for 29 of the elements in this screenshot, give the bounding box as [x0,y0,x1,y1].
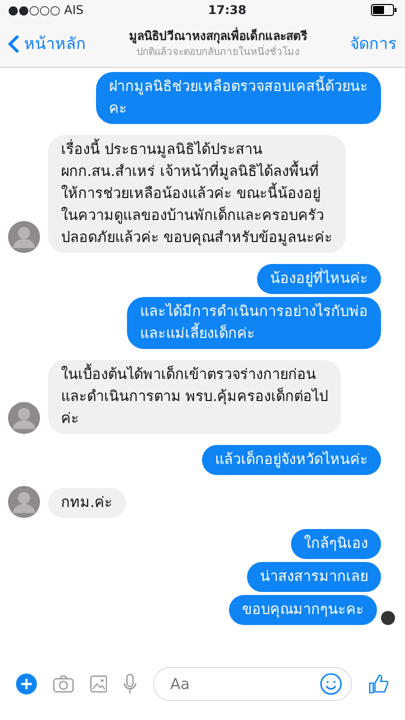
emoji-icon[interactable] [320,673,342,695]
conversation-title[interactable]: มูลนิธิปวีณาหงสกุลเพื่อเด็กและสตรี [129,27,307,45]
back-button[interactable]: หน้าหลัก [8,32,86,56]
chevron-left-icon [8,34,20,54]
message-field[interactable]: Aa [153,667,352,701]
message-bubble: ฝากมูลนิธิช่วยเหลือตรวจสอบเคสนี้ด้วยนะ คะ [96,72,381,124]
microphone-icon[interactable] [123,672,138,696]
seen-avatar-icon [381,611,395,625]
camera-icon[interactable] [52,674,74,694]
response-time-note: ปกติแล้วจะตอบกลับภายในหนึ่งชั่วโมง [136,45,300,60]
clock-time: 17:38 [208,2,246,19]
avatar-icon [8,486,40,518]
carrier-status: ●●○○○ AIS [8,2,84,19]
message-bubble: ใกล้ๆนิเอง [291,529,381,559]
message-bubble: กทม.ค่ะ [48,488,126,518]
add-icon[interactable] [16,672,37,696]
manage-button[interactable]: จัดการ [350,32,397,56]
message-bubble: และได้มีการดำเนินการอย่างไรกับพ่อ และแม่เลี้ยงเด็กค่ะ [127,297,381,349]
avatar-icon [8,221,40,253]
message-bubble: แล้วเด็กอยู่จังหวัดไหนค่ะ [202,445,381,475]
thumbs-up-icon[interactable] [368,672,389,696]
message-bubble: น้องอยู่ที่ไหนค่ะ [257,264,381,294]
message-bubble: เรื่องนี้ ประธานมูลนิธิได้ประสาน ผกก.สน.สำเหร่ เจ้าหน้าที่มูลนิธิได้ลงพื้นที่ ให้การช่วยเหลือน้องแล้วค่ะ ขณะนี้น้องอยู่ ในความดูแลของบ้านพักเด็กและครอบครัว ปลอดภัยแล้วค่ะ ขอบคุณสำหรับข้อมูลนะค่ะ [48,135,346,253]
image-icon[interactable] [90,674,108,694]
message-bubble: น่าสงสารมากเลย [247,562,381,592]
message-bubble: ในเบื้องต้นได้พาเด็กเข้าตรวจร่างกายก่อน และดำเนินการตาม พรบ.คุ้มครองเด็กต่อไป ค่ะ [48,360,342,434]
battery-icon [371,4,397,16]
avatar-icon [8,402,40,434]
message-bubble: ขอบคุณมากๆนะคะ [229,595,377,625]
